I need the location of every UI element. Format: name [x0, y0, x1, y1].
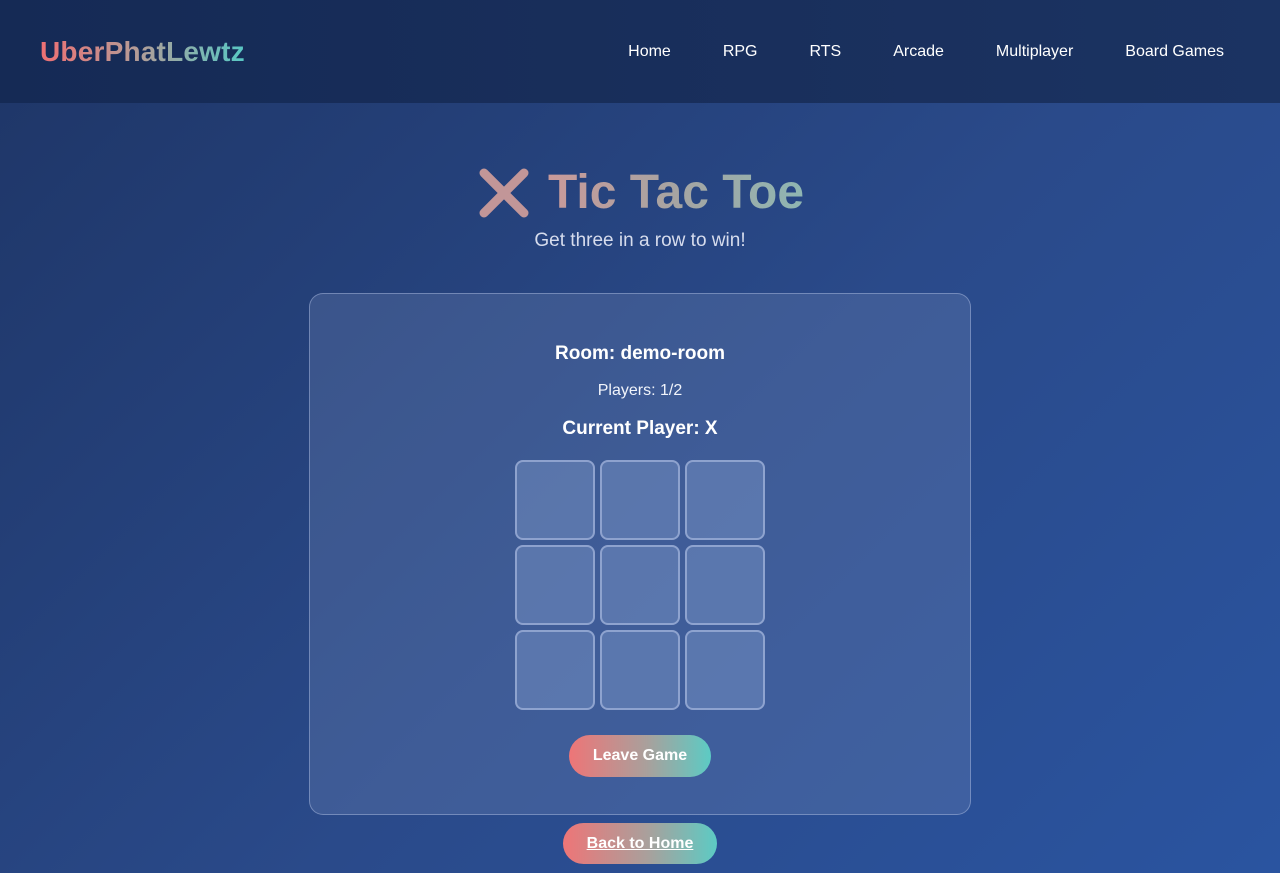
current-player: Current Player: X: [562, 418, 718, 439]
top-navigation-bar: UberPhatLewtz Home RPG RTS Arcade Multip…: [0, 0, 1280, 103]
board-cell-8[interactable]: [600, 630, 680, 710]
board-cell-9[interactable]: [685, 630, 765, 710]
main-nav: Home RPG RTS Arcade Multiplayer Board Ga…: [576, 43, 1224, 61]
board-cell-2[interactable]: [600, 460, 680, 540]
board-cell-7[interactable]: [515, 630, 595, 710]
player-count: Players: 1/2: [597, 382, 683, 399]
board-cell-3[interactable]: [685, 460, 765, 540]
page-title: Tic Tac Toe: [0, 160, 1280, 226]
board-cell-6[interactable]: [685, 545, 765, 625]
nav-link-multiplayer[interactable]: Multiplayer: [996, 43, 1073, 61]
board-cell-4[interactable]: [515, 545, 595, 625]
nav-link-rts[interactable]: RTS: [810, 43, 842, 61]
board-cell-1[interactable]: [515, 460, 595, 540]
game-board: [515, 460, 765, 710]
nav-link-board-games[interactable]: Board Games: [1125, 43, 1224, 61]
nav-link-home[interactable]: Home: [628, 43, 671, 61]
site-logo[interactable]: UberPhatLewtz: [40, 36, 245, 68]
page-subtitle: Get three in a row to win!: [534, 230, 746, 251]
game-header: Tic Tac Toe Get three in a row to win!: [0, 160, 1280, 252]
back-to-home-button[interactable]: Back to Home: [563, 823, 717, 864]
board-cell-5[interactable]: [600, 545, 680, 625]
nav-link-arcade[interactable]: Arcade: [893, 43, 944, 61]
leave-game-button[interactable]: Leave Game: [568, 735, 712, 777]
page-title-text: Tic Tac Toe: [548, 160, 804, 226]
room-name: Room: demo-room: [555, 343, 725, 364]
x-mark-icon: [476, 165, 532, 221]
nav-link-rpg[interactable]: RPG: [723, 43, 758, 61]
game-panel: Room: demo-room Players: 1/2 Current Pla…: [309, 293, 971, 815]
